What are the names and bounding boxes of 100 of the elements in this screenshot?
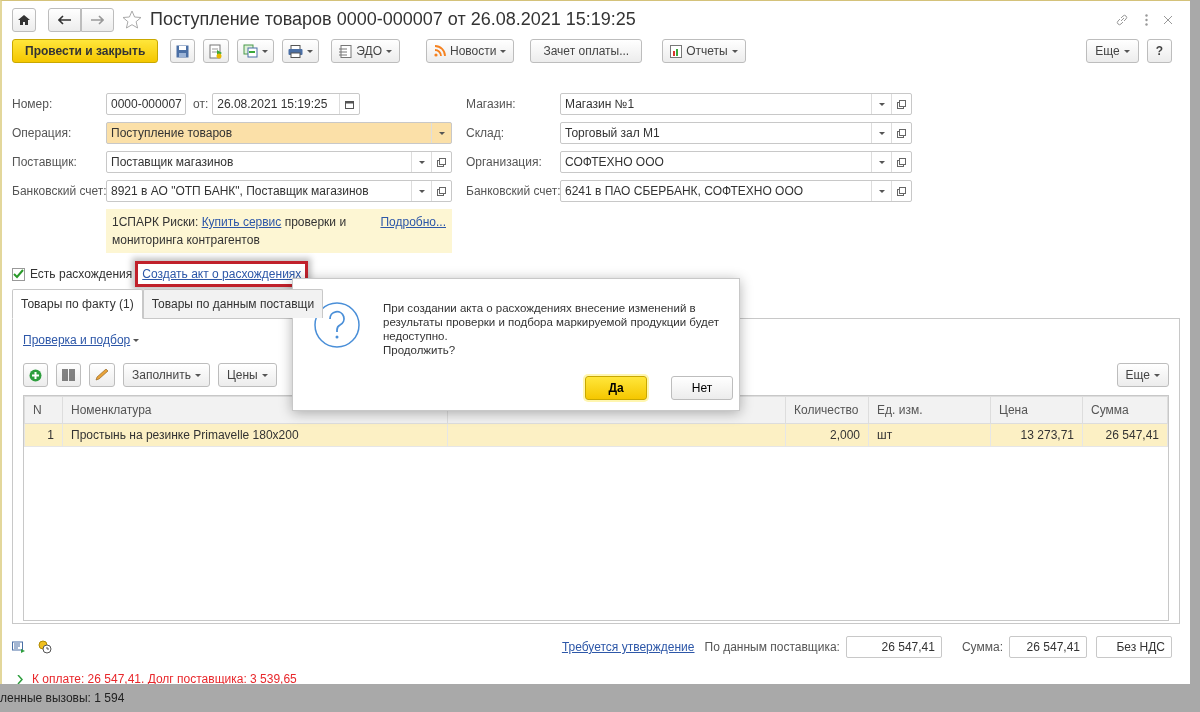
coins-clock-icon[interactable] bbox=[38, 640, 52, 654]
caret-icon bbox=[878, 189, 885, 193]
caret-icon bbox=[1123, 49, 1130, 53]
details-link[interactable]: Подробно... bbox=[380, 213, 446, 249]
combo-field[interactable]: СОФТЕХНО ООО bbox=[560, 151, 912, 173]
combo-field[interactable]: Магазин №1 bbox=[560, 93, 912, 115]
open-window-icon bbox=[437, 186, 446, 196]
more-vertical-icon[interactable] bbox=[1145, 13, 1148, 26]
buy-service-link[interactable]: Купить сервис bbox=[201, 215, 282, 229]
field-label: Магазин: bbox=[466, 96, 517, 113]
amount-field[interactable]: 26 547,41 bbox=[845, 636, 942, 658]
field-label: от: bbox=[193, 96, 209, 113]
combo-field[interactable]: Поставщик магазинов bbox=[106, 151, 452, 173]
field-label: Банковский счет: bbox=[12, 183, 106, 200]
document-icon bbox=[209, 43, 224, 59]
rss-icon bbox=[434, 45, 446, 57]
field-label: Операция: bbox=[12, 125, 73, 142]
calendar-icon bbox=[345, 99, 355, 109]
menu-button[interactable]: Новости bbox=[426, 39, 515, 63]
menu-button[interactable]: ЭДО bbox=[331, 39, 400, 63]
date-field[interactable]: 26.08.2021 15:19:25 bbox=[212, 93, 361, 115]
table-cell: 13 273,71 bbox=[1020, 428, 1074, 442]
tab[interactable]: Товары по данным поставщи bbox=[142, 289, 324, 318]
save-button[interactable] bbox=[170, 39, 196, 63]
field-label: Банковский счет: bbox=[466, 183, 560, 200]
post-and-close-button[interactable]: Провести и закрыть bbox=[12, 39, 159, 63]
back-arrow-icon bbox=[58, 14, 71, 25]
document-lines-icon bbox=[339, 44, 353, 58]
add-button[interactable] bbox=[23, 363, 48, 387]
barcode-button[interactable] bbox=[56, 363, 81, 387]
notice-text: 1СПАРК Риски: Купить сервис проверки и мониторинга контрагентов bbox=[112, 214, 348, 249]
star-icon[interactable] bbox=[122, 10, 142, 29]
dialog-button[interactable]: Нет bbox=[671, 376, 733, 400]
post-button[interactable] bbox=[203, 39, 230, 63]
column-header: Цена bbox=[999, 403, 1028, 417]
printer-icon bbox=[288, 44, 304, 58]
plus-icon bbox=[29, 368, 42, 382]
combo-field[interactable]: Торговый зал М1 bbox=[560, 122, 912, 144]
open-window-icon bbox=[437, 157, 446, 167]
field-label: Поставщик: bbox=[12, 154, 78, 171]
window-title: Поступление товаров 0000-000007 от 26.08.2021 15:19:25 bbox=[150, 8, 636, 31]
pencil-icon bbox=[95, 369, 109, 381]
column-header: N bbox=[33, 403, 42, 417]
field-label: По данным поставщика: bbox=[704, 639, 840, 656]
combo-field[interactable]: 8921 в АО "ОТП БАНК", Поставщик магазинов bbox=[106, 180, 452, 202]
menu-button[interactable]: Отчеты bbox=[662, 39, 746, 63]
column-header: Ед. изм. bbox=[877, 403, 923, 417]
dialog-button[interactable]: Да bbox=[585, 376, 647, 400]
check-link[interactable]: Проверка и подбор bbox=[23, 331, 131, 349]
checkbox[interactable] bbox=[12, 267, 25, 281]
caret-icon bbox=[262, 49, 269, 53]
column-header: Количество bbox=[794, 403, 859, 417]
caret-icon bbox=[386, 49, 392, 53]
combo-field[interactable]: Поступление товаров bbox=[106, 122, 452, 144]
checkbox-label: Есть расхождения bbox=[30, 266, 133, 283]
caret-icon bbox=[418, 189, 425, 193]
caret-icon bbox=[261, 373, 268, 377]
open-window-icon bbox=[897, 128, 906, 138]
table-row[interactable]: 1 Простынь на резинке Primavelle 180x200 2,000 шт 13 273,71 26 547,41 bbox=[24, 423, 1168, 447]
caret-icon bbox=[307, 49, 314, 53]
print-button[interactable] bbox=[282, 39, 320, 63]
open-window-icon bbox=[897, 186, 906, 196]
home-button[interactable] bbox=[12, 7, 36, 32]
open-window-icon bbox=[897, 99, 906, 109]
menu-button[interactable]: Зачет оплаты... bbox=[530, 39, 643, 63]
field-label: Сумма: bbox=[961, 639, 1003, 656]
chevron-right-icon[interactable] bbox=[16, 674, 24, 684]
field-label: Организация: bbox=[466, 154, 543, 171]
help-button[interactable]: ? bbox=[1146, 39, 1172, 63]
caret-icon bbox=[500, 49, 507, 53]
create-act-link[interactable]: Создать акт о расхождениях bbox=[142, 265, 302, 283]
caret-icon bbox=[878, 160, 885, 164]
edit-button[interactable] bbox=[89, 363, 115, 387]
caret-icon bbox=[878, 102, 885, 106]
approval-link[interactable]: Требуется утверждение bbox=[561, 638, 695, 656]
caret-icon bbox=[878, 131, 885, 135]
caret-icon bbox=[731, 49, 738, 53]
table-cell: 2,000 bbox=[829, 428, 860, 442]
tab[interactable]: Товары по факту (1) bbox=[12, 289, 143, 319]
checkmark-icon bbox=[13, 269, 24, 279]
column-header: Номенклатура bbox=[71, 403, 152, 417]
amount-field[interactable]: 26 547,41 bbox=[1009, 636, 1087, 658]
combo-field[interactable]: 6241 в ПАО СБЕРБАНК, СОФТЕХНО ООО bbox=[560, 180, 912, 202]
field-label: Номер: bbox=[12, 96, 54, 113]
more-button[interactable]: Еще bbox=[1116, 363, 1169, 387]
caret-icon[interactable] bbox=[133, 338, 140, 342]
table-cell: 1 bbox=[47, 428, 54, 442]
vat-field[interactable]: Без НДС bbox=[1096, 636, 1172, 658]
back-button[interactable] bbox=[48, 7, 81, 32]
caret-icon bbox=[194, 373, 201, 377]
menu-button[interactable]: Цены bbox=[217, 363, 277, 387]
open-window-icon bbox=[897, 157, 906, 167]
number-field[interactable]: 0000-000007 bbox=[106, 93, 186, 115]
question-icon bbox=[313, 301, 361, 349]
menu-button[interactable]: Заполнить bbox=[123, 363, 210, 387]
create-based-button[interactable] bbox=[237, 39, 275, 63]
close-icon[interactable] bbox=[1164, 15, 1172, 24]
more-button[interactable]: Еще bbox=[1086, 39, 1139, 63]
caret-icon bbox=[438, 131, 445, 135]
link-icon[interactable] bbox=[1115, 12, 1129, 27]
